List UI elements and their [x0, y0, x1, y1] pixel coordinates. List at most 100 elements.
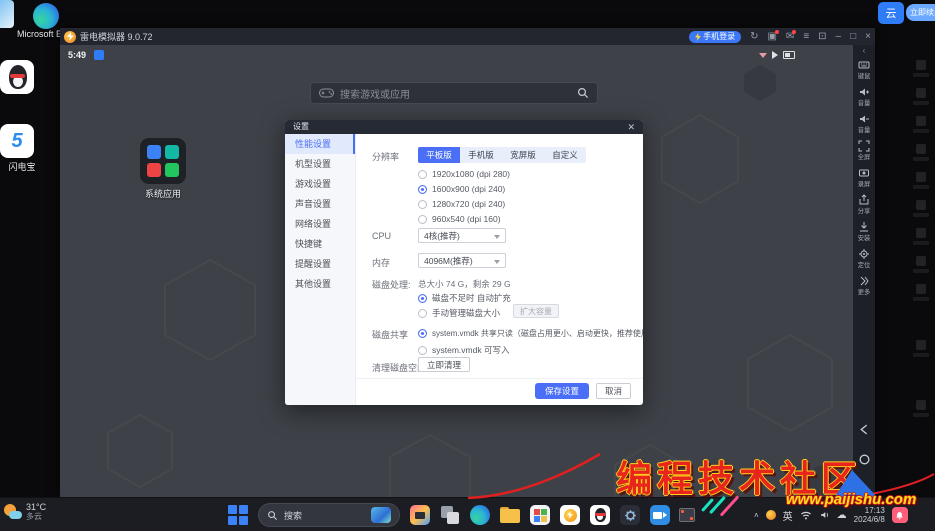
- back-icon: [858, 423, 871, 436]
- mini-app-icon: [147, 145, 161, 159]
- nav-prompts[interactable]: 提醒设置: [285, 254, 355, 274]
- nav-shortcuts[interactable]: 快捷键: [285, 234, 355, 254]
- emulator-toolbar: ‹ 键鼠 音量 音量 全屏 录屏 分享: [853, 45, 875, 497]
- maximize-button[interactable]: □: [850, 32, 856, 42]
- toolbar-volume-up-button[interactable]: 音量: [853, 86, 875, 108]
- search-icon: [577, 87, 589, 99]
- weather-widget[interactable]: 31°C 多云: [4, 502, 46, 521]
- android-clock: 5:49: [68, 50, 86, 60]
- phone-login-button[interactable]: 手机登录: [689, 31, 741, 43]
- resolution-label: 分辨率: [372, 150, 399, 163]
- minimize-button[interactable]: –: [836, 32, 842, 42]
- disk-share-label: 磁盘共享: [372, 328, 408, 341]
- gamepad-icon: [319, 88, 334, 98]
- resolution-option-960[interactable]: 960x540 (dpi 160): [418, 214, 501, 224]
- media-app-icon: [410, 505, 430, 525]
- resolution-tabs: 平板版 手机版 宽屏版 自定义: [418, 147, 586, 163]
- cpu-select[interactable]: 4核(推荐): [418, 228, 506, 243]
- search-icon: [267, 510, 278, 521]
- notification-badge: [775, 30, 779, 34]
- install-apk-icon: [858, 221, 870, 233]
- screen: Microsoft Edge 5 闪电宝 云 立即续费 雷电模拟器 9.0: [0, 0, 935, 531]
- menu-icon[interactable]: ≡: [803, 32, 809, 42]
- cancel-button[interactable]: 取消: [596, 383, 631, 399]
- notification-badge: [792, 30, 796, 34]
- disk-manual-option[interactable]: 手动管理磁盘大小: [418, 307, 500, 319]
- disk-share-writable-option[interactable]: system.vmdk 可写入: [418, 344, 509, 356]
- tab-phone[interactable]: 手机版: [460, 147, 502, 163]
- volume-status-icon: [759, 53, 767, 58]
- toolbar-keyboard-button[interactable]: 键鼠: [853, 59, 875, 81]
- system-apps-folder[interactable]: [140, 138, 186, 184]
- toolbar-label: 键鼠: [854, 72, 874, 81]
- memory-select[interactable]: 4096M(推荐): [418, 253, 506, 268]
- nav-other[interactable]: 其他设置: [285, 274, 355, 294]
- sync-icon[interactable]: ↻: [750, 32, 758, 42]
- settings-dialog: 设置 ✕ 性能设置 机型设置 游戏设置 声音设置 网络设置 快捷键 提醒设置 其…: [285, 120, 643, 405]
- taskbar-search-label: 搜索: [284, 509, 365, 522]
- toolbar-record-button[interactable]: 录屏: [853, 167, 875, 189]
- tab-custom[interactable]: 自定义: [544, 147, 586, 163]
- tab-tablet[interactable]: 平板版: [418, 147, 460, 163]
- start-button[interactable]: [226, 503, 250, 527]
- mini-window-icon[interactable]: ⊡: [818, 32, 826, 42]
- resolution-option-1920[interactable]: 1920x1080 (dpi 280): [418, 169, 510, 179]
- collapse-toolbar-button[interactable]: ‹: [853, 46, 875, 55]
- watermark-url: www.paijishu.com: [786, 491, 916, 508]
- disk-label: 磁盘处理:: [372, 278, 411, 291]
- partial-desktop-icon[interactable]: [0, 0, 14, 28]
- clean-now-button[interactable]: 立即清理: [418, 357, 470, 372]
- volume-down-icon: [858, 113, 870, 125]
- app-blue-desktop-icon[interactable]: 5: [0, 124, 34, 158]
- signal-icon: [772, 51, 778, 59]
- gift-icon[interactable]: ▣: [767, 32, 776, 42]
- window-title: 雷电模拟器 9.0.72: [80, 30, 153, 43]
- disk-share-readonly-option[interactable]: system.vmdk 共享只读（磁盘占用更小、启动更快，推荐使用）: [418, 328, 643, 339]
- edge-desktop-icon[interactable]: [33, 3, 59, 29]
- mini-app-icon: [165, 145, 179, 159]
- game-search-bar[interactable]: 搜索游戏或应用: [310, 82, 598, 104]
- cloud-renew-pill[interactable]: 立即续费: [906, 4, 935, 21]
- resolution-option-1280[interactable]: 1280x720 (dpi 240): [418, 199, 505, 209]
- toolbar-volume-down-button[interactable]: 音量: [853, 113, 875, 135]
- windows-logo-icon: [228, 505, 248, 525]
- disk-auto-expand-option[interactable]: 磁盘不足时 自动扩充: [418, 292, 511, 304]
- weather-icon: [4, 503, 22, 521]
- toolbar-share-button[interactable]: 分享: [853, 194, 875, 216]
- radio-icon: [418, 329, 427, 338]
- nav-device-model[interactable]: 机型设置: [285, 154, 355, 174]
- taskbar-app-media[interactable]: [408, 503, 432, 527]
- app-desktop-icon[interactable]: [0, 60, 34, 94]
- dialog-nav: 性能设置 机型设置 游戏设置 声音设置 网络设置 快捷键 提醒设置 其他设置: [285, 134, 356, 405]
- nav-performance[interactable]: 性能设置: [285, 134, 355, 154]
- search-highlight-image: [371, 507, 391, 523]
- resolution-option-1600[interactable]: 1600x900 (dpi 240): [418, 184, 505, 194]
- close-button[interactable]: ×: [865, 32, 871, 42]
- toolbar-locate-button[interactable]: 定位: [853, 248, 875, 270]
- nav-network[interactable]: 网络设置: [285, 214, 355, 234]
- weather-temp: 31°C: [26, 502, 46, 512]
- tab-widescreen[interactable]: 宽屏版: [502, 147, 544, 163]
- nav-game-settings[interactable]: 游戏设置: [285, 174, 355, 194]
- toolbar-label: 分享: [854, 207, 874, 216]
- cpu-label: CPU: [372, 231, 391, 241]
- toolbar-fullscreen-button[interactable]: 全屏: [853, 140, 875, 162]
- toolbar-install-button[interactable]: 安装: [853, 221, 875, 243]
- ldplayer-logo-icon: [64, 31, 76, 43]
- save-settings-button[interactable]: 保存设置: [535, 383, 589, 399]
- nav-audio[interactable]: 声音设置: [285, 194, 355, 214]
- cloud-icon: 云: [886, 5, 897, 21]
- bolt-icon: [695, 33, 701, 41]
- memory-label: 内存: [372, 256, 390, 269]
- dialog-close-icon[interactable]: ✕: [627, 120, 635, 134]
- toolbar-label: 定位: [854, 261, 874, 270]
- taskbar-search-box[interactable]: 搜索: [258, 503, 400, 527]
- emulator-titlebar[interactable]: 雷电模拟器 9.0.72 手机登录 ↻ ▣ ✉ ≡ ⊡ – □ ×: [60, 28, 875, 45]
- mini-app-icon: [165, 163, 179, 177]
- toolbar-more-button[interactable]: 更多: [853, 275, 875, 297]
- message-icon[interactable]: ✉: [786, 32, 794, 42]
- android-back-button[interactable]: [853, 423, 875, 436]
- cloud-phone-button[interactable]: 云: [878, 2, 904, 24]
- expand-disk-button[interactable]: 扩大容量: [513, 304, 559, 318]
- volume-up-icon: [858, 86, 870, 98]
